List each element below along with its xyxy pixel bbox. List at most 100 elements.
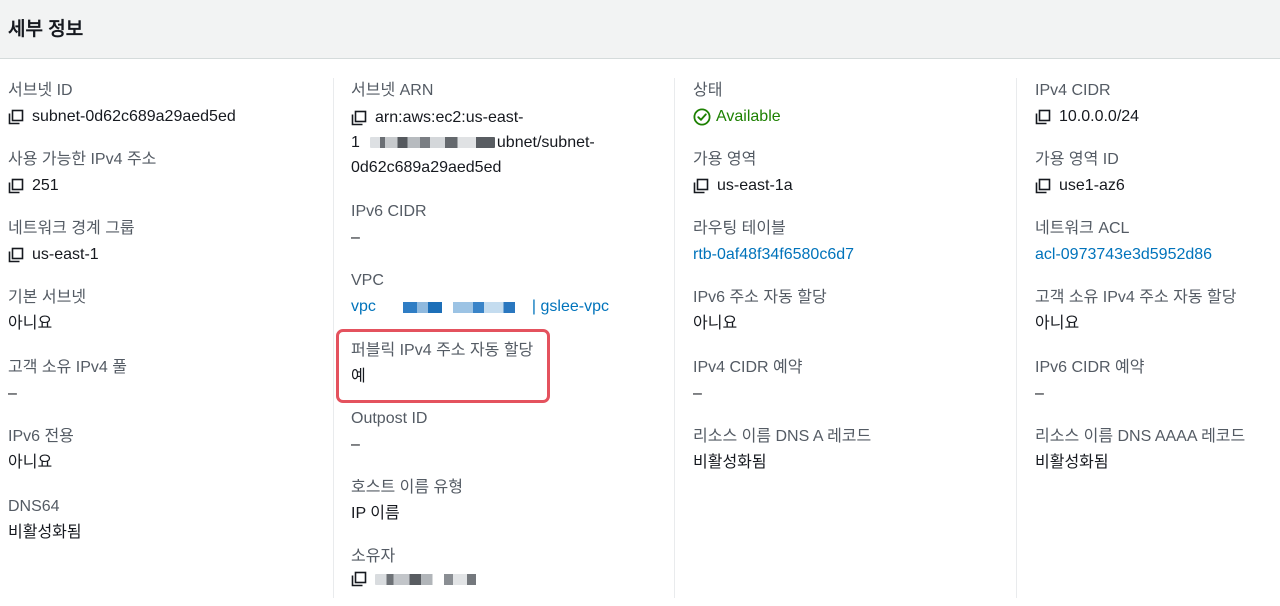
auto-assign-public-ipv4-value: 예 xyxy=(351,368,366,385)
field-resource-name-dns-a: 리소스 이름 DNS A 레코드 비활성화됨 xyxy=(693,427,871,475)
availability-zone-id-value: use1-az6 xyxy=(1059,177,1125,194)
availability-zone-value: us-east-1a xyxy=(717,177,793,194)
field-ipv4-cidr-reservation: IPv4 CIDR 예약 – xyxy=(693,358,802,406)
vpc-link[interactable]: vpc | gslee-vpc xyxy=(351,295,609,319)
field-ipv4-cidr: IPv4 CIDR 10.0.0.0/24 xyxy=(1035,81,1139,129)
field-label: 라우팅 테이블 xyxy=(693,220,786,237)
field-dns64: DNS64 비활성화됨 xyxy=(8,497,82,545)
ipv6-cidr-reservation-value: – xyxy=(1035,385,1044,402)
network-acl-link[interactable]: acl-0973743e3d5952d86 xyxy=(1035,243,1212,267)
route-table-link[interactable]: rtb-0af48f34f6580c6d7 xyxy=(693,243,854,267)
field-ipv6-cidr: IPv6 CIDR – xyxy=(351,202,427,250)
field-availability-zone-id: 가용 영역 ID use1-az6 xyxy=(1035,150,1125,198)
field-subnet-arn: 서브넷 ARN arn:aws:ec2:us-east- 1 ubnet/sub… xyxy=(351,81,595,180)
customer-owned-ipv4-pool-value: – xyxy=(8,385,17,402)
status-positive-icon xyxy=(693,108,711,126)
field-hostname-type: 호스트 이름 유형 IP 이름 xyxy=(351,478,463,526)
available-ipv4-value: 251 xyxy=(32,177,59,194)
resource-name-dns-aaaa-value: 비활성화됨 xyxy=(1035,454,1109,471)
copy-icon[interactable] xyxy=(351,110,367,126)
field-default-subnet: 기본 서브넷 아니요 xyxy=(8,288,86,336)
field-available-ipv4: 사용 가능한 IPv4 주소 251 xyxy=(8,150,156,198)
field-outpost-id: Outpost ID – xyxy=(351,409,427,457)
field-auto-assign-customer-ipv4: 고객 소유 IPv4 주소 자동 할당 아니요 xyxy=(1035,288,1236,336)
field-customer-owned-ipv4-pool: 고객 소유 IPv4 풀 – xyxy=(8,358,127,406)
vpc-link-suffix: | gslee-vpc xyxy=(531,298,609,315)
field-label: 소유자 xyxy=(351,548,396,565)
field-label: 고객 소유 IPv4 주소 자동 할당 xyxy=(1035,289,1237,306)
field-label: 호스트 이름 유형 xyxy=(351,479,463,496)
state-value: Available xyxy=(716,108,781,125)
copy-icon[interactable] xyxy=(351,571,367,587)
copy-icon[interactable] xyxy=(8,247,24,263)
field-label: VPC xyxy=(351,272,384,289)
field-label: IPv4 CIDR 예약 xyxy=(693,359,803,376)
field-value-row xyxy=(351,571,490,587)
field-label: IPv6 CIDR xyxy=(351,203,427,220)
field-label: 가용 영역 ID xyxy=(1035,151,1119,168)
field-auto-assign-public-ipv4: 퍼블릭 IPv4 주소 자동 할당 예 xyxy=(351,341,533,389)
field-route-table: 라우팅 테이블 rtb-0af48f34f6580c6d7 xyxy=(693,219,854,267)
ipv6-only-value: 아니요 xyxy=(8,454,53,471)
subnet-id-value: subnet-0d62c689a29aed5ed xyxy=(32,108,236,125)
field-state: 상태 Available xyxy=(693,81,781,129)
auto-assign-customer-ipv4-value: 아니요 xyxy=(1035,315,1080,332)
field-label: 가용 영역 xyxy=(693,151,757,168)
field-network-acl: 네트워크 ACL acl-0973743e3d5952d86 xyxy=(1035,219,1212,267)
field-label: 서브넷 ID xyxy=(8,82,73,99)
copy-icon[interactable] xyxy=(8,109,24,125)
field-value-row: Available xyxy=(693,105,781,129)
redacted-account-id xyxy=(369,137,495,148)
field-label: IPv6 주소 자동 할당 xyxy=(693,289,827,306)
arn-text-line-2-suffix: ubnet/subnet- xyxy=(496,134,595,151)
field-label: DNS64 xyxy=(8,498,60,515)
field-owner: 소유자 xyxy=(351,547,490,587)
field-label: 기본 서브넷 xyxy=(8,289,87,306)
field-label: 네트워크 ACL xyxy=(1035,220,1130,237)
redacted-owner-id xyxy=(375,573,490,585)
redacted-vpc-id xyxy=(385,301,526,313)
field-label: 리소스 이름 DNS AAAA 레코드 xyxy=(1035,428,1246,445)
field-label: IPv4 CIDR xyxy=(1035,82,1111,99)
field-vpc: VPC vpc | gslee-vpc xyxy=(351,271,609,319)
default-subnet-value: 아니요 xyxy=(8,315,53,332)
copy-icon[interactable] xyxy=(1035,178,1051,194)
field-ipv6-cidr-reservation: IPv6 CIDR 예약 – xyxy=(1035,358,1144,406)
field-ipv6-only: IPv6 전용 아니요 xyxy=(8,427,74,475)
arn-text-line-2-prefix: 1 xyxy=(351,134,360,151)
column-divider xyxy=(1016,78,1017,598)
field-label: 리소스 이름 DNS A 레코드 xyxy=(693,428,872,445)
vpc-value: vpc | gslee-vpc xyxy=(351,295,609,319)
copy-icon[interactable] xyxy=(1035,109,1051,125)
auto-assign-ipv6-value: 아니요 xyxy=(693,315,738,332)
field-value-row: 10.0.0.0/24 xyxy=(1035,105,1139,129)
arn-text-line-1: arn:aws:ec2:us-east- xyxy=(375,109,524,126)
field-label: IPv6 전용 xyxy=(8,428,74,445)
dns64-value: 비활성화됨 xyxy=(8,524,82,541)
column-divider xyxy=(333,78,334,598)
field-value-row: us-east-1 xyxy=(8,243,135,267)
vpc-link-prefix: vpc xyxy=(351,298,376,315)
field-label: 서브넷 ARN xyxy=(351,82,434,99)
hostname-type-value: IP 이름 xyxy=(351,505,400,522)
copy-icon[interactable] xyxy=(693,178,709,194)
field-label: 고객 소유 IPv4 풀 xyxy=(8,359,127,376)
page-title: 세부 정보 xyxy=(8,19,84,40)
field-auto-assign-ipv6: IPv6 주소 자동 할당 아니요 xyxy=(693,288,827,336)
field-value-row: use1-az6 xyxy=(1035,174,1125,198)
ipv4-cidr-value: 10.0.0.0/24 xyxy=(1059,108,1140,125)
arn-text-line-3: 0d62c689a29aed5ed xyxy=(351,159,502,176)
field-label: IPv6 CIDR 예약 xyxy=(1035,359,1145,376)
field-label: 상태 xyxy=(693,82,723,99)
copy-icon[interactable] xyxy=(8,178,24,194)
network-border-group-value: us-east-1 xyxy=(32,246,99,263)
field-subnet-id: 서브넷 ID subnet-0d62c689a29aed5ed xyxy=(8,81,236,129)
field-value-row: subnet-0d62c689a29aed5ed xyxy=(8,105,236,129)
field-value-row: us-east-1a xyxy=(693,174,793,198)
subnet-arn-value: arn:aws:ec2:us-east- 1 ubnet/subnet- 0d6… xyxy=(351,105,595,180)
outpost-id-value: – xyxy=(351,436,360,453)
ipv4-cidr-reservation-value: – xyxy=(693,385,702,402)
subnet-arn-line-2: 1 ubnet/subnet- xyxy=(351,130,595,155)
subnet-arn-line-1: arn:aws:ec2:us-east- xyxy=(351,105,595,130)
field-label: 네트워크 경계 그룹 xyxy=(8,220,135,237)
